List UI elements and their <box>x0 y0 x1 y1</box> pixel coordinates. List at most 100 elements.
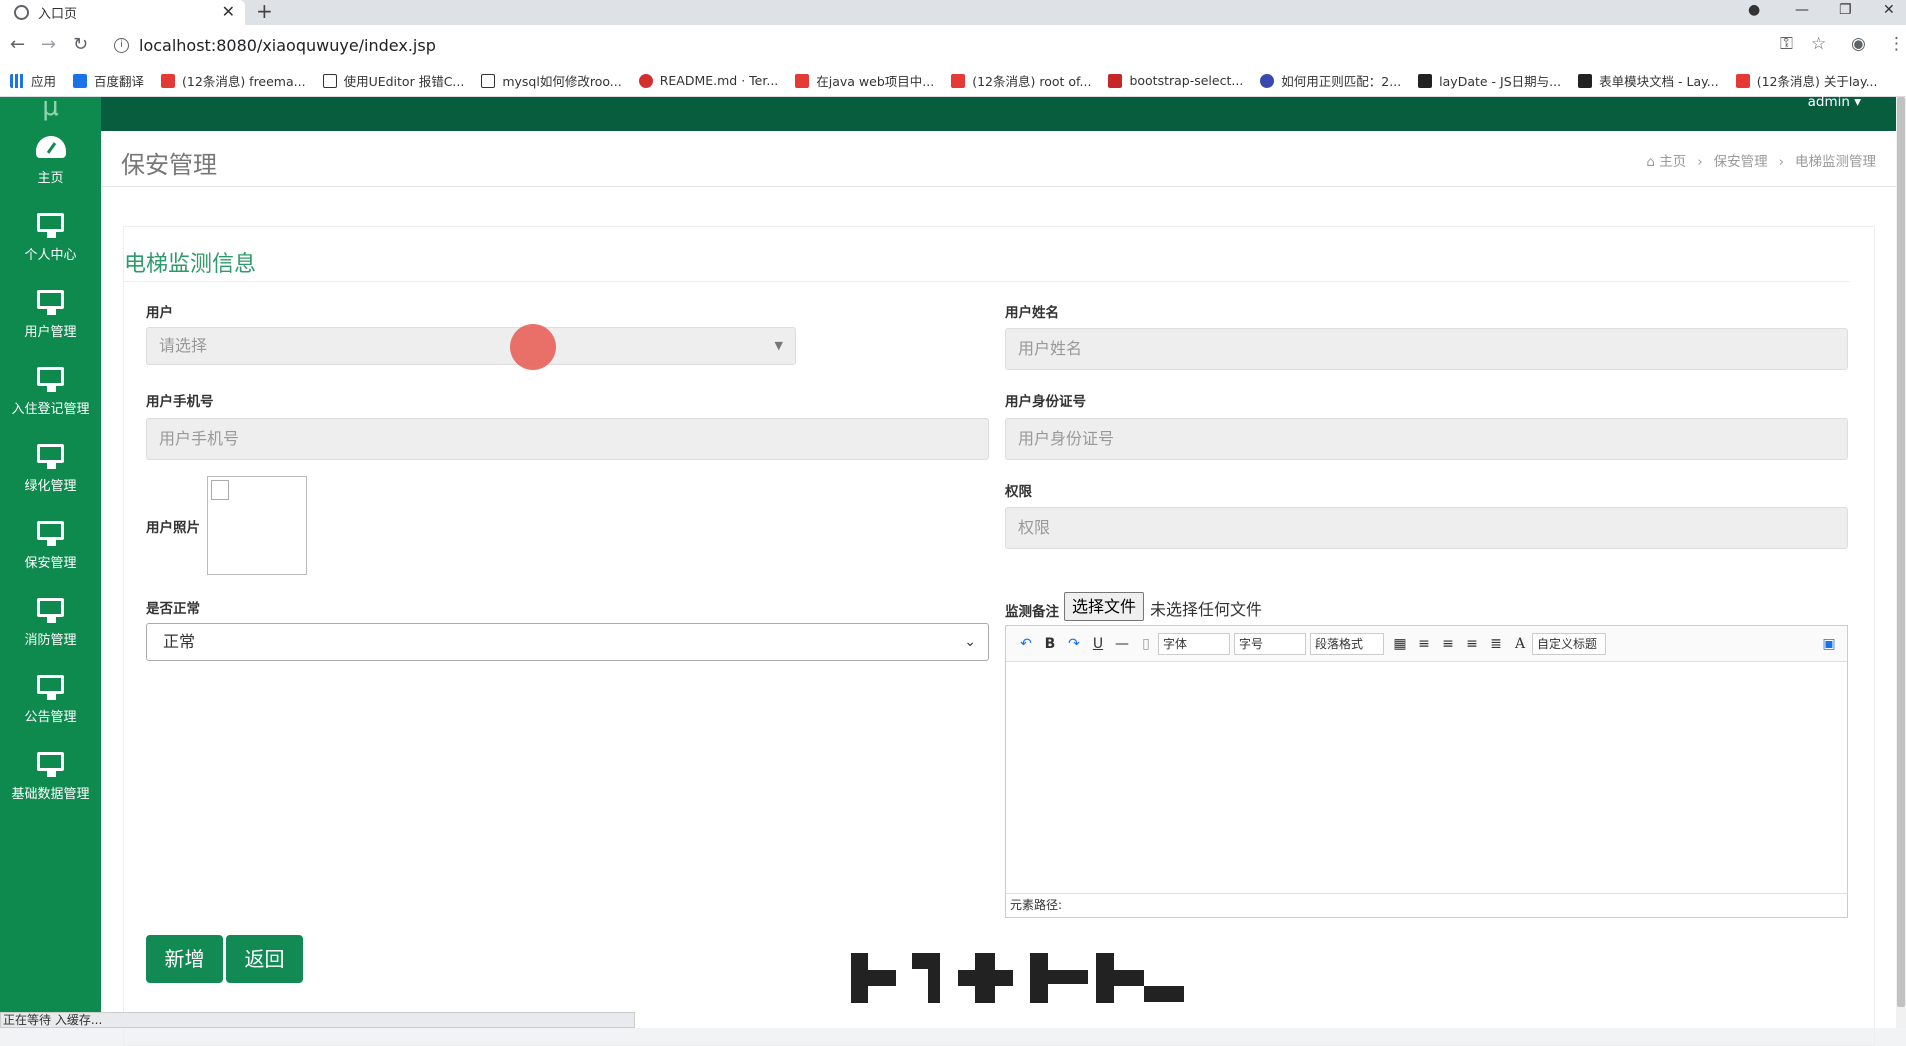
sidebar-item-notice[interactable]: 公告管理 <box>0 661 101 738</box>
sidebar-item-personal-center[interactable]: 个人中心 <box>0 199 101 276</box>
justify-icon[interactable]: ≣ <box>1484 636 1508 652</box>
phone-field[interactable]: 用户手机号 <box>146 418 989 460</box>
bookmark-item[interactable]: layDate - JS日期与... <box>1418 71 1561 90</box>
permission-field[interactable]: 权限 <box>1005 507 1848 549</box>
new-page-icon[interactable]: ▯ <box>1134 636 1158 652</box>
font-color-icon[interactable]: A <box>1508 636 1532 652</box>
custom-title-dropdown[interactable]: 自定义标题 <box>1532 632 1606 655</box>
bookmark-item[interactable]: 如何用正则匹配：2... <box>1260 71 1401 90</box>
divider <box>124 281 1850 282</box>
permission-label: 权限 <box>1005 484 1032 500</box>
reload-icon[interactable]: ↻ <box>73 33 88 57</box>
normal-label: 是否正常 <box>146 601 200 617</box>
bookmark-label: bootstrap-select... <box>1129 73 1244 88</box>
paragraph-dropdown[interactable]: 段落格式 <box>1310 632 1384 655</box>
monitor-icon <box>37 212 64 238</box>
bookmark-label: README.md · Ter... <box>659 73 779 88</box>
sidebar-item-home[interactable]: 主页 <box>0 122 101 199</box>
add-button[interactable]: 新增 <box>146 935 223 983</box>
layui-icon <box>1418 73 1433 88</box>
sidebar-item-label: 保安管理 <box>24 555 77 571</box>
bookmark-label: (12条消息) freema... <box>182 74 306 89</box>
bookmark-item[interactable]: (12条消息) 关于lay... <box>1735 71 1878 90</box>
page-title: 保安管理 <box>121 151 217 179</box>
address-bar[interactable]: i localhost:8080/xiaoquwuye/index.jsp <box>108 30 1848 60</box>
bold-icon[interactable]: B <box>1038 636 1062 652</box>
sidebar-item-fire[interactable]: 消防管理 <box>0 584 101 661</box>
apps-grid-icon <box>10 73 24 88</box>
sidebar-item-basic-data[interactable]: 基础数据管理 <box>0 738 101 815</box>
bookmark-item[interactable]: (12条消息) freema... <box>161 71 306 90</box>
page-scrollbar[interactable] <box>1896 97 1906 1028</box>
csdn-icon <box>1735 73 1750 88</box>
bookmark-item[interactable]: 百度翻译 <box>73 71 144 90</box>
breadcrumb-home[interactable]: 主页 <box>1659 154 1686 170</box>
bookmark-label: 如何用正则匹配：2... <box>1281 74 1402 89</box>
new-tab-icon[interactable]: + <box>256 0 273 22</box>
normal-select-value: 正常 <box>163 632 196 651</box>
home-icon: ⌂ <box>1646 154 1660 170</box>
sidebar-item-label: 个人中心 <box>24 247 77 263</box>
align-center-icon[interactable]: ≡ <box>1460 636 1484 652</box>
choose-file-button[interactable]: 选择文件 <box>1064 592 1144 621</box>
key-icon[interactable]: ⚿ <box>1780 34 1793 54</box>
font-size-dropdown[interactable]: 字号 <box>1234 632 1306 655</box>
bookmark-item[interactable]: README.md · Ter... <box>638 73 779 88</box>
align-left-icon[interactable]: ≡ <box>1412 636 1436 652</box>
user-menu[interactable]: admin ▾ <box>1808 95 1861 109</box>
scrollbar-thumb[interactable] <box>1897 97 1905 1007</box>
back-icon[interactable]: ← <box>10 33 25 57</box>
user-select-placeholder: 请选择 <box>159 336 208 355</box>
forward-icon[interactable]: → <box>41 33 56 57</box>
browser-tab[interactable]: 入口页 ✕ <box>0 0 245 25</box>
user-label: 用户 <box>146 305 173 321</box>
sidebar-item-users[interactable]: 用户管理 <box>0 276 101 353</box>
bookmark-item[interactable]: 在java web项目中... <box>795 71 934 90</box>
sidebar-item-security[interactable]: 保安管理 <box>0 507 101 584</box>
normal-select[interactable]: 正常 ⌄ <box>146 623 989 661</box>
bookmark-star-icon[interactable]: ☆ <box>1811 34 1826 54</box>
bookmark-item[interactable]: mysql如何修改roo... <box>481 71 622 90</box>
close-window-icon[interactable]: ✕ <box>1883 0 1895 20</box>
restore-icon[interactable]: ❐ <box>1839 0 1852 20</box>
bookmarks-bar: 应用 百度翻译 (12条消息) freema... 使用UEditor 报错C.… <box>0 65 1906 97</box>
menu-icon[interactable]: ⋮ <box>1888 34 1905 54</box>
close-tab-icon[interactable]: ✕ <box>222 2 235 21</box>
url-text: localhost:8080/xiaoquwuye/index.jsp <box>139 35 436 55</box>
username-field[interactable]: 用户姓名 <box>1005 328 1848 370</box>
font-family-dropdown[interactable]: 字体 <box>1158 632 1230 655</box>
bookmark-label: 使用UEditor 报错C... <box>343 74 465 89</box>
sidebar-item-label: 公告管理 <box>24 709 77 725</box>
bookmark-label: layDate - JS日期与... <box>1439 74 1562 89</box>
monitor-icon <box>37 366 64 392</box>
redo-icon[interactable]: ↷ <box>1062 636 1086 652</box>
underline-icon[interactable]: U <box>1086 636 1110 652</box>
bookmark-item[interactable]: 使用UEditor 报错C... <box>322 71 465 90</box>
csdn-icon <box>951 73 966 88</box>
bookmark-item[interactable]: 表单模块文档 - Lay... <box>1578 71 1719 90</box>
bookmark-item[interactable]: bootstrap-select... <box>1108 73 1243 88</box>
globe-icon <box>14 5 29 20</box>
horizontal-rule-icon[interactable]: — <box>1110 636 1134 652</box>
user-select[interactable]: 请选择 ▼ <box>146 327 796 365</box>
phone-label: 用户手机号 <box>146 394 214 410</box>
account-icon[interactable]: ◉ <box>1851 34 1866 54</box>
fullscreen-icon[interactable]: ▣ <box>1817 636 1841 652</box>
sidebar-item-greening[interactable]: 绿化管理 <box>0 430 101 507</box>
table-icon[interactable]: ▦ <box>1388 636 1412 652</box>
idcard-field[interactable]: 用户身份证号 <box>1005 418 1848 460</box>
site-icon <box>322 73 337 88</box>
bookmark-apps[interactable]: 应用 <box>10 71 56 90</box>
minimize-icon[interactable]: — <box>1795 0 1809 20</box>
editor-body[interactable] <box>1006 662 1847 893</box>
back-button[interactable]: 返回 <box>226 935 303 983</box>
sidebar-item-checkin[interactable]: 入住登记管理 <box>0 353 101 430</box>
info-icon[interactable]: i <box>114 37 129 53</box>
bookmark-item[interactable]: (12条消息) root of... <box>951 71 1091 90</box>
breadcrumb-level1[interactable]: 保安管理 <box>1714 154 1768 170</box>
sidebar-item-label: 主页 <box>37 170 64 186</box>
username-label: 用户姓名 <box>1005 305 1059 321</box>
align-right-icon[interactable]: ≡ <box>1436 636 1460 652</box>
undo-icon[interactable]: ↶ <box>1014 636 1038 652</box>
profile-dropdown-icon[interactable]: ● <box>1748 0 1760 20</box>
